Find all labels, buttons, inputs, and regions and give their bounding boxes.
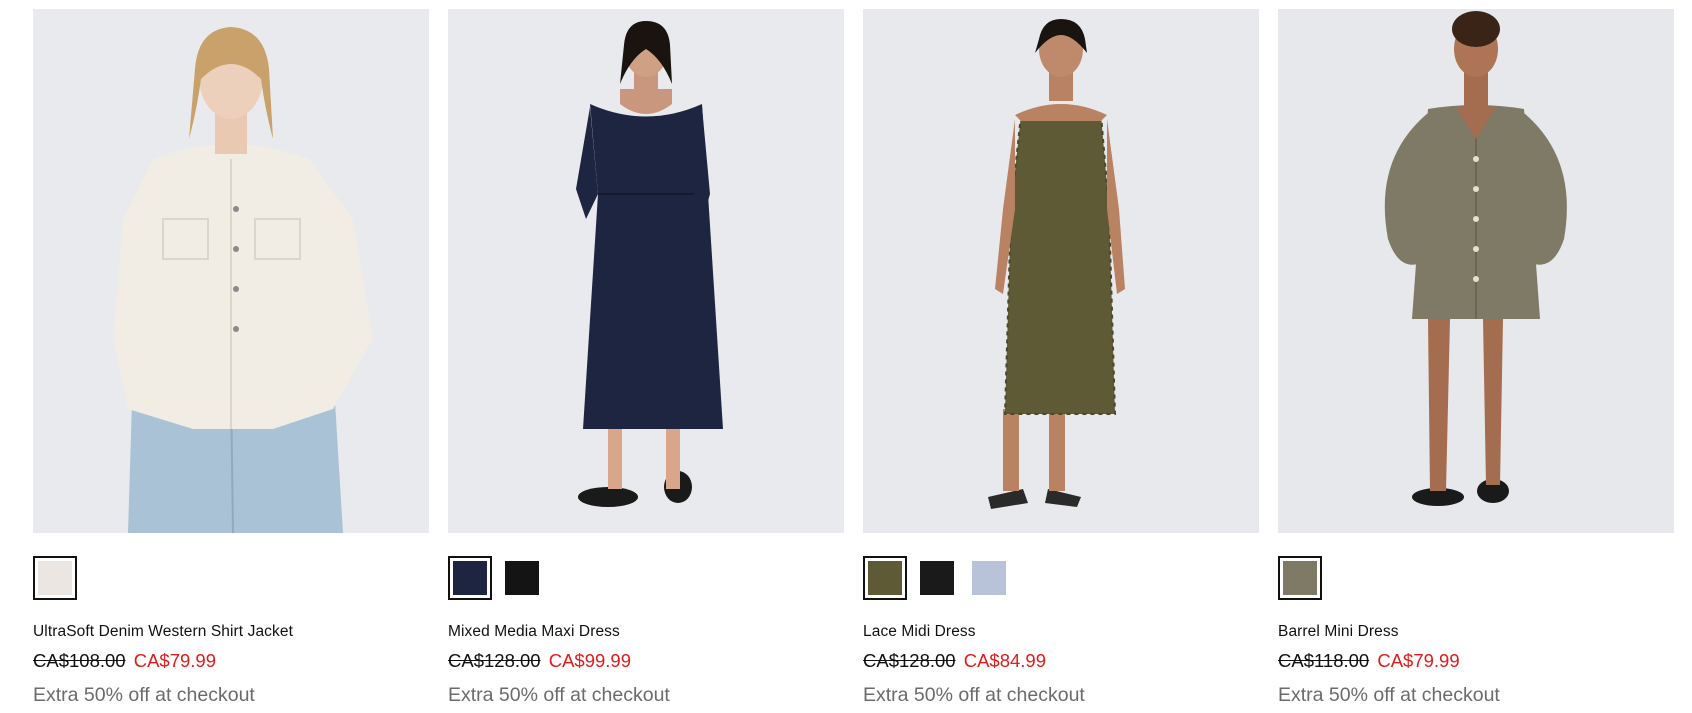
product-price: CA$118.00 CA$79.99 (1278, 650, 1460, 672)
swatch-chip (920, 561, 954, 595)
color-swatch[interactable] (915, 556, 959, 600)
product-price: CA$128.00 CA$84.99 (863, 650, 1046, 672)
original-price: CA$108.00 (33, 650, 126, 671)
sale-price: CA$84.99 (963, 650, 1047, 671)
color-swatches (448, 556, 544, 600)
product-name[interactable]: Lace Midi Dress (863, 623, 976, 641)
color-swatch[interactable] (500, 556, 544, 600)
original-price: CA$118.00 (1278, 650, 1370, 671)
color-swatches (33, 556, 77, 600)
swatch-chip (38, 561, 72, 595)
product-image[interactable] (448, 9, 844, 533)
product-price: CA$108.00 CA$79.99 (33, 650, 216, 672)
swatch-chip (1283, 561, 1317, 595)
color-swatches (1278, 556, 1322, 600)
sale-price: CA$79.99 (133, 650, 217, 671)
product-price: CA$128.00 CA$99.99 (448, 650, 631, 672)
product-grid: UltraSoft Denim Western Shirt Jacket CA$… (33, 9, 1675, 709)
promo-text: Extra 50% off at checkout (33, 684, 255, 706)
swatch-chip (453, 561, 487, 595)
model-maxi-dress-illustration (448, 9, 844, 533)
product-image[interactable] (33, 9, 429, 533)
product-card: UltraSoft Denim Western Shirt Jacket CA$… (33, 9, 429, 706)
original-price: CA$128.00 (863, 650, 956, 671)
original-price: CA$128.00 (448, 650, 541, 671)
sale-price: CA$79.99 (1377, 650, 1460, 671)
color-swatch[interactable] (1278, 556, 1322, 600)
product-name[interactable]: UltraSoft Denim Western Shirt Jacket (33, 623, 293, 641)
swatch-chip (868, 561, 902, 595)
product-name[interactable]: Barrel Mini Dress (1278, 623, 1399, 641)
color-swatch[interactable] (33, 556, 77, 600)
color-swatch[interactable] (967, 556, 1011, 600)
sale-price: CA$99.99 (548, 650, 632, 671)
swatch-chip (505, 561, 539, 595)
promo-text: Extra 50% off at checkout (863, 684, 1085, 706)
promo-text: Extra 50% off at checkout (1278, 684, 1500, 706)
product-card: Barrel Mini Dress CA$118.00 CA$79.99 Ext… (1278, 9, 1674, 706)
color-swatch[interactable] (863, 556, 907, 600)
product-card: Lace Midi Dress CA$128.00 CA$84.99 Extra… (863, 9, 1259, 706)
color-swatch[interactable] (448, 556, 492, 600)
model-mini-dress-illustration (1278, 9, 1674, 533)
model-shirt-jacket-illustration (33, 9, 429, 533)
product-card: Mixed Media Maxi Dress CA$128.00 CA$99.9… (448, 9, 844, 706)
product-image[interactable] (863, 9, 1259, 533)
model-lace-dress-illustration (863, 9, 1259, 533)
product-image[interactable] (1278, 9, 1674, 533)
promo-text: Extra 50% off at checkout (448, 684, 670, 706)
product-name[interactable]: Mixed Media Maxi Dress (448, 623, 620, 641)
swatch-chip (972, 561, 1006, 595)
color-swatches (863, 556, 1011, 600)
